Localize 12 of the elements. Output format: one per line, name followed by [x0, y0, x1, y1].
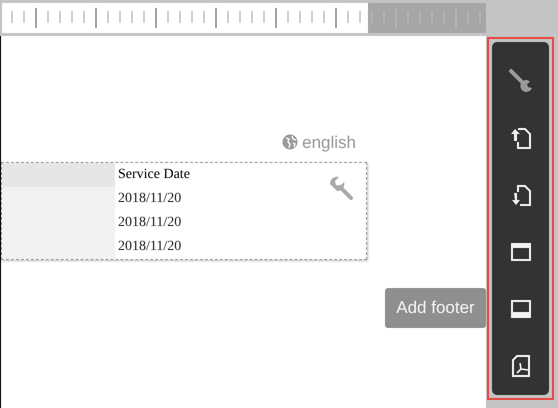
- table-cell-text: 2018/11/20: [118, 238, 182, 256]
- table-cell-text: 2018/11/20: [118, 214, 182, 232]
- pdf-file-icon: [510, 354, 530, 376]
- header-layout-icon: [510, 242, 530, 260]
- wrench-icon: [508, 68, 534, 94]
- language-label[interactable]: english: [302, 134, 356, 150]
- table-cell-text: 2018/11/20: [118, 190, 182, 208]
- globe-icon: [282, 134, 298, 150]
- footer-layout-icon: [510, 300, 530, 318]
- file-download-icon: [510, 184, 530, 206]
- column-header: Service Date: [118, 166, 190, 184]
- file-upload-icon: [510, 126, 530, 148]
